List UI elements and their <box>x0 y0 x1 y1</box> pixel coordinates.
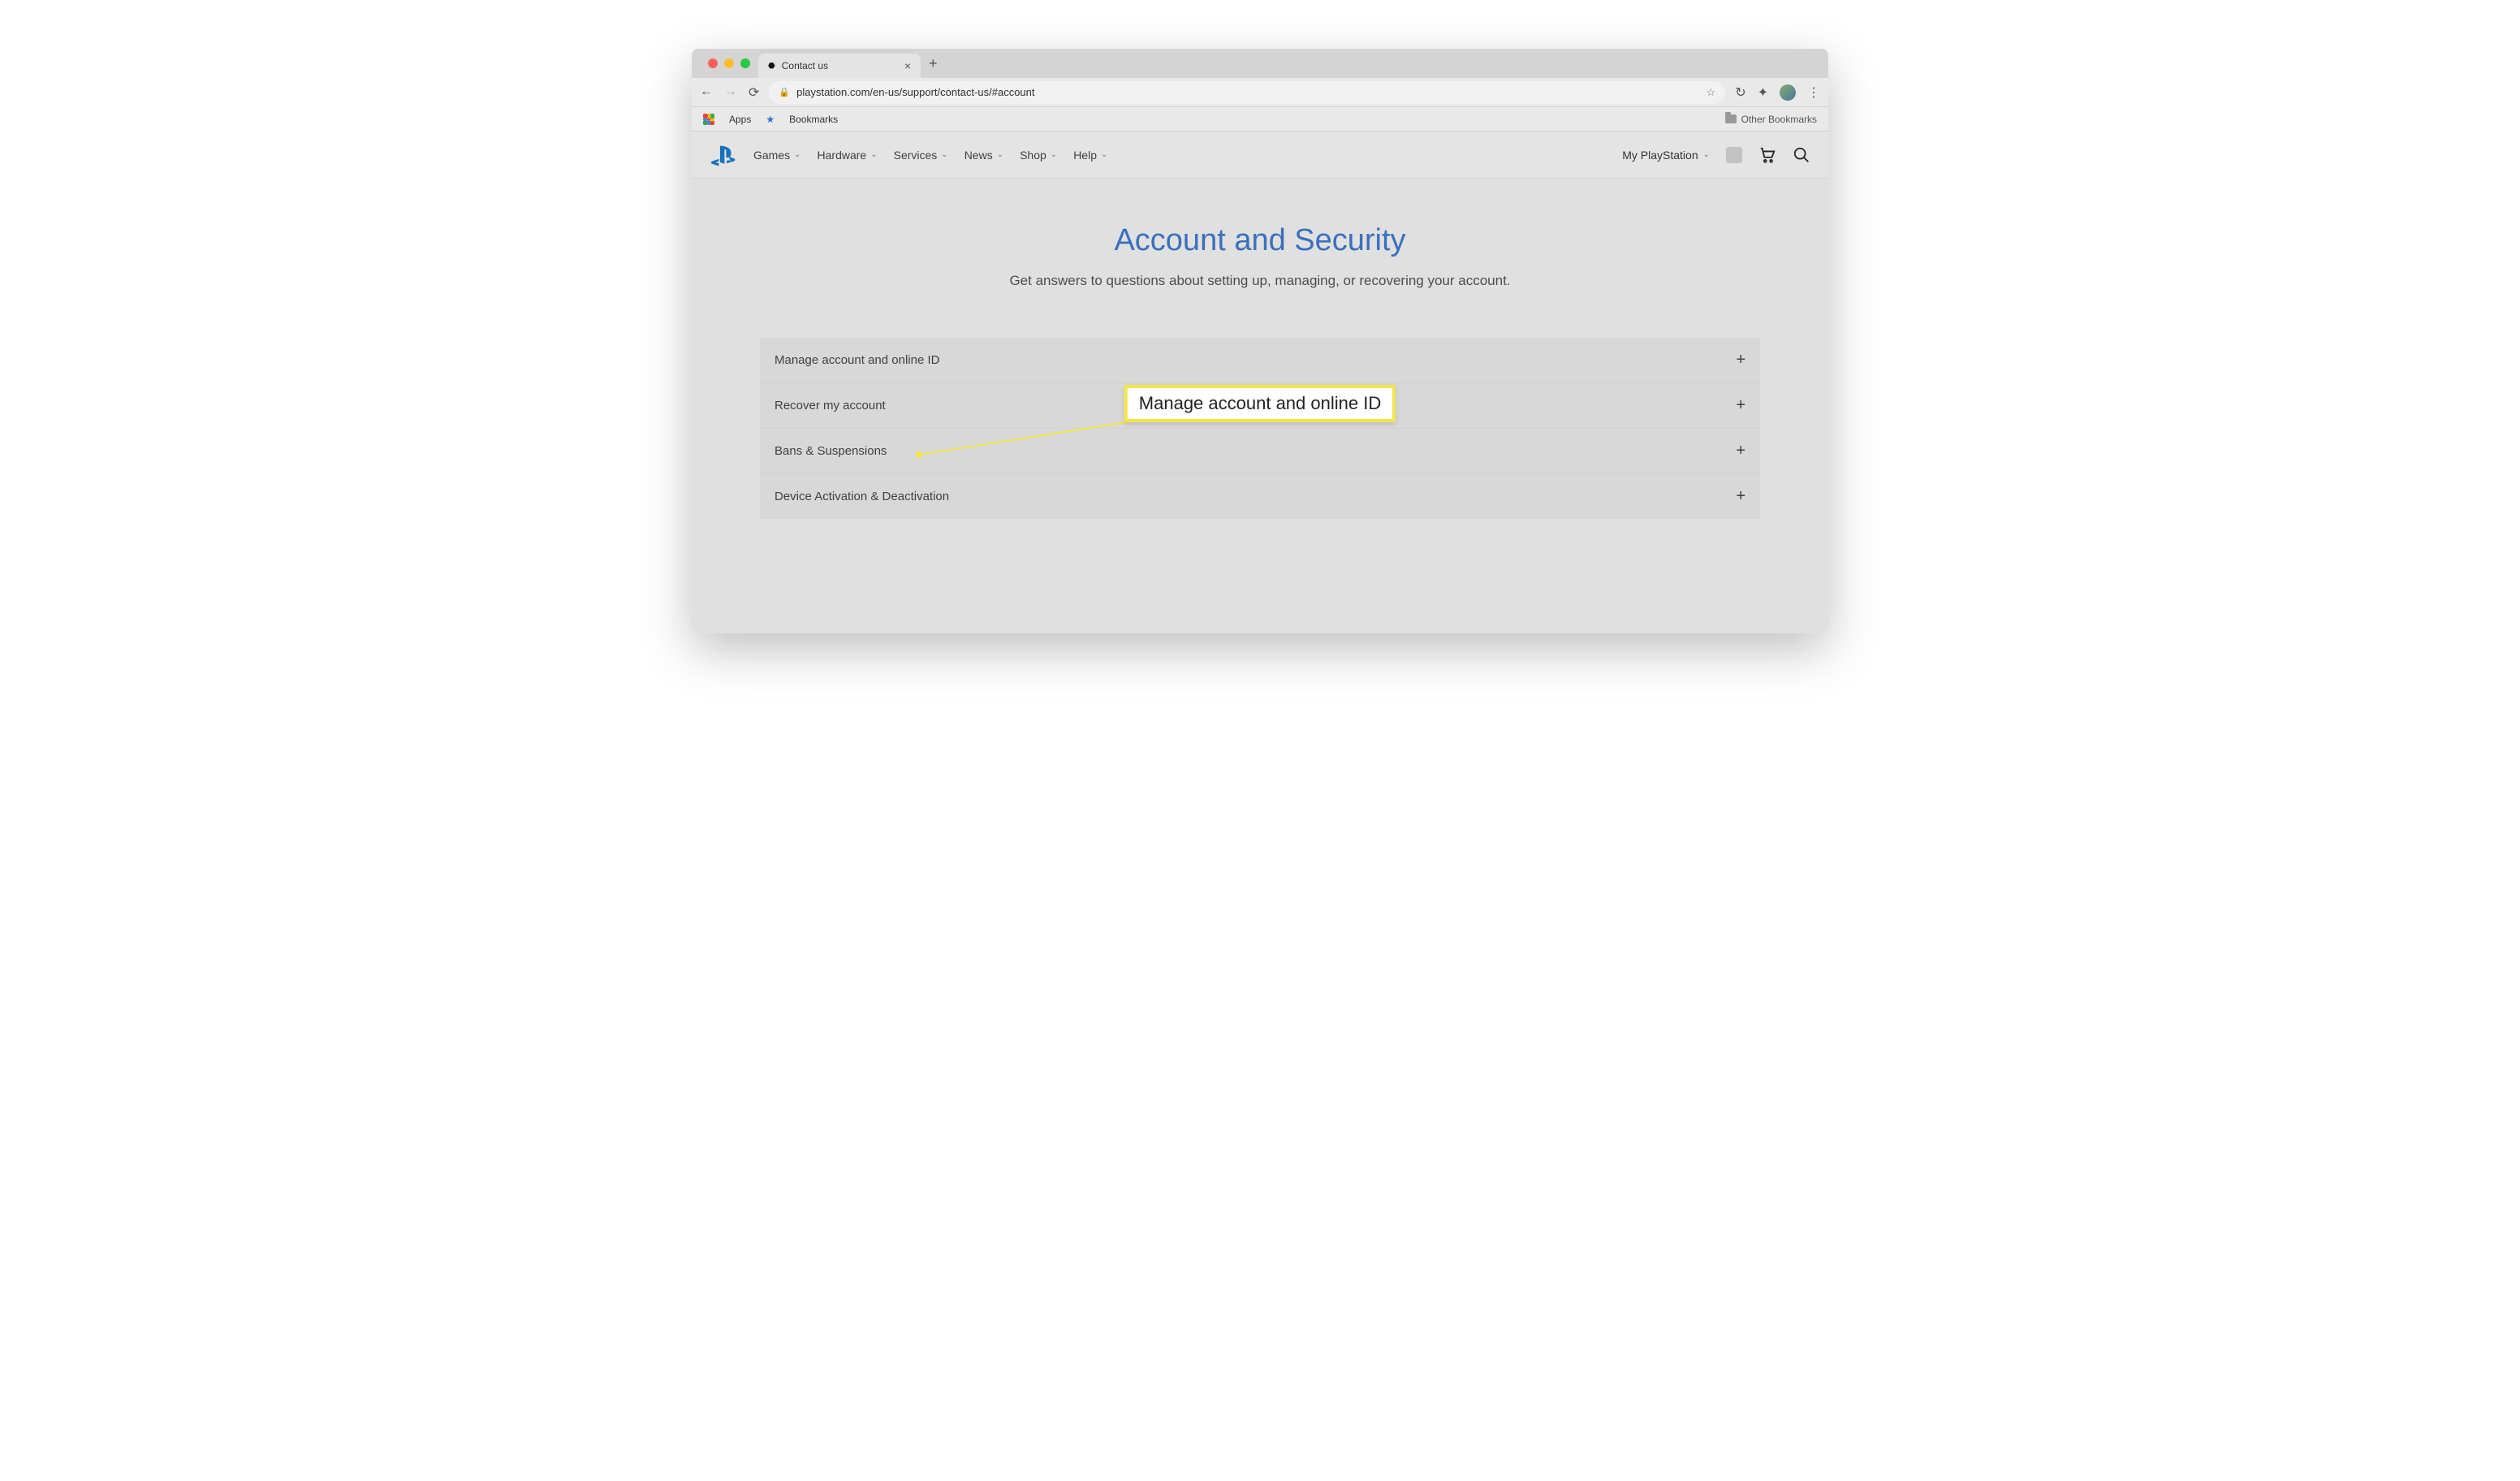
bookmark-star-icon[interactable]: ☆ <box>1707 86 1716 99</box>
bookmarks-link[interactable]: Bookmarks <box>789 114 838 125</box>
accordion-label: Device Activation & Deactivation <box>775 490 949 503</box>
playstation-favicon-icon: ⬣ <box>768 62 775 71</box>
nav-shop[interactable]: Shop⌄ <box>1020 149 1057 162</box>
accordion-item-bans[interactable]: Bans & Suspensions + <box>760 428 1760 473</box>
accordion: Manage account and online ID + Recover m… <box>760 338 1760 519</box>
apps-icon[interactable] <box>703 114 714 125</box>
chevron-down-icon: ⌄ <box>1051 150 1057 159</box>
accordion-item-manage-account[interactable]: Manage account and online ID + <box>760 338 1760 382</box>
lock-icon: 🔒 <box>779 87 790 97</box>
chevron-down-icon: ⌄ <box>870 150 877 159</box>
site-nav: Games⌄ Hardware⌄ Services⌄ News⌄ Shop⌄ H… <box>692 132 1828 179</box>
nav-services[interactable]: Services⌄ <box>894 149 948 162</box>
extensions-icon[interactable]: ✦ <box>1758 84 1768 101</box>
bookmark-star-icon: ★ <box>766 114 775 125</box>
profile-avatar[interactable] <box>1780 84 1796 101</box>
close-window-button[interactable] <box>708 58 718 68</box>
apps-link[interactable]: Apps <box>729 114 751 125</box>
nav-controls: ← → ⟳ <box>700 84 759 101</box>
chevron-down-icon: ⌄ <box>1703 150 1710 159</box>
accordion-item-recover-account[interactable]: Recover my account + <box>760 382 1760 428</box>
plus-icon: + <box>1736 351 1745 369</box>
maximize-window-button[interactable] <box>740 58 750 68</box>
user-avatar[interactable] <box>1726 147 1742 163</box>
chevron-down-icon: ⌄ <box>997 150 1003 159</box>
window-controls <box>700 58 758 68</box>
chevron-down-icon: ⌄ <box>794 150 800 159</box>
forward-button[interactable]: → <box>724 84 737 101</box>
back-button[interactable]: ← <box>700 84 713 101</box>
browser-toolbar: ← → ⟳ 🔒 playstation.com/en-us/support/co… <box>692 78 1828 107</box>
playstation-logo-icon[interactable] <box>710 145 737 166</box>
site-nav-right: My PlayStation ⌄ <box>1622 146 1810 164</box>
accordion-item-device-activation[interactable]: Device Activation & Deactivation + <box>760 473 1760 519</box>
page-title: Account and Security <box>692 223 1828 258</box>
chevron-down-icon: ⌄ <box>1101 150 1107 159</box>
tab-bar: ⬣ Contact us × + <box>692 49 1828 78</box>
nav-menu: Games⌄ Hardware⌄ Services⌄ News⌄ Shop⌄ H… <box>753 149 1107 162</box>
folder-icon <box>1725 114 1737 123</box>
page-body: Account and Security Get answers to ques… <box>692 179 1828 633</box>
other-bookmarks-label: Other Bookmarks <box>1741 114 1817 125</box>
chevron-down-icon: ⌄ <box>941 150 947 159</box>
page-subtitle: Get answers to questions about setting u… <box>692 273 1828 289</box>
accordion-label: Bans & Suspensions <box>775 444 887 458</box>
menu-icon[interactable]: ⋮ <box>1807 84 1820 101</box>
browser-tab[interactable]: ⬣ Contact us × <box>758 54 921 78</box>
accordion-label: Manage account and online ID <box>775 353 939 367</box>
nav-hardware[interactable]: Hardware⌄ <box>818 149 878 162</box>
address-bar[interactable]: 🔒 playstation.com/en-us/support/contact-… <box>769 81 1725 104</box>
nav-news[interactable]: News⌄ <box>964 149 1003 162</box>
toolbar-right: ↻ ✦ ⋮ <box>1735 84 1820 101</box>
bookmarks-bar: Apps ★ Bookmarks Other Bookmarks <box>692 107 1828 132</box>
new-tab-button[interactable]: + <box>929 55 938 72</box>
other-bookmarks[interactable]: Other Bookmarks <box>1725 114 1817 125</box>
plus-icon: + <box>1736 442 1745 460</box>
page-content: Games⌄ Hardware⌄ Services⌄ News⌄ Shop⌄ H… <box>692 132 1828 633</box>
tab-title: Contact us <box>782 60 828 71</box>
nav-help[interactable]: Help⌄ <box>1073 149 1107 162</box>
url-text: playstation.com/en-us/support/contact-us… <box>796 86 1034 98</box>
reload-button[interactable]: ⟳ <box>749 84 759 101</box>
nav-games[interactable]: Games⌄ <box>753 149 801 162</box>
search-icon[interactable] <box>1793 146 1810 164</box>
close-tab-button[interactable]: × <box>904 59 911 72</box>
cart-icon[interactable] <box>1758 146 1776 164</box>
plus-icon: + <box>1736 487 1745 506</box>
plus-icon: + <box>1736 396 1745 415</box>
accordion-label: Recover my account <box>775 399 886 412</box>
minimize-window-button[interactable] <box>724 58 734 68</box>
browser-window: ⬣ Contact us × + ← → ⟳ 🔒 playstation.com… <box>692 49 1828 633</box>
my-playstation-menu[interactable]: My PlayStation ⌄ <box>1622 149 1710 162</box>
update-icon[interactable]: ↻ <box>1735 84 1745 101</box>
